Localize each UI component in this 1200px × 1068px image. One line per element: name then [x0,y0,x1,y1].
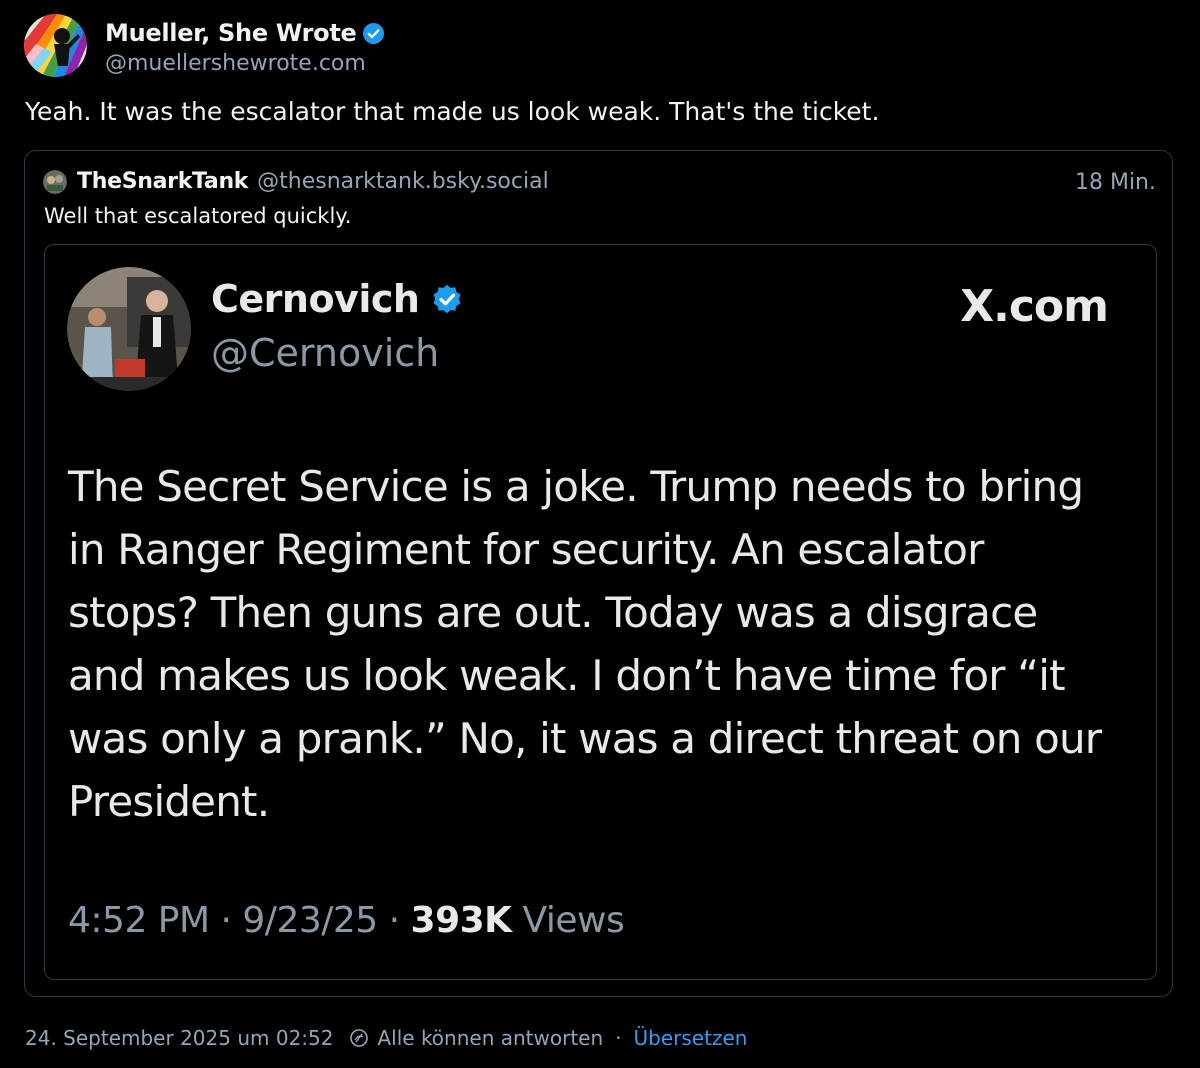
quote-text: Well that escalatored quickly. [44,204,352,228]
embedded-tweet-image[interactable]: Cernovich @Cernovich X.com The Secret Se… [44,244,1157,980]
verified-badge-icon [362,22,384,44]
embedded-tweet-avatar [67,267,191,391]
embedded-tweet-handle: @Cernovich [211,331,440,375]
embedded-tweet-body: The Secret Service is a joke. Trump need… [68,455,1128,833]
embedded-tweet-name: Cernovich [211,277,420,321]
embedded-tweet-views-count: 393K [410,900,513,941]
author-name[interactable]: Mueller, She Wrote [105,19,357,47]
post-text: Yeah. It was the escalator that made us … [25,97,880,126]
translate-link[interactable]: Übersetzen [634,1026,748,1050]
x-brand-logo: X.com [960,281,1109,332]
author-handle[interactable]: @muellershewrote.com [105,51,384,76]
post-footer: 24. September 2025 um 02:52 Alle können … [25,1026,747,1050]
quote-timestamp[interactable]: 18 Min. [1075,170,1156,195]
reply-setting-label[interactable]: Alle können antworten [377,1026,603,1050]
embedded-tweet-time: 4:52 PM [68,900,210,941]
verified-badge-icon [429,281,465,317]
quote-author-name[interactable]: TheSnarkTank [77,169,248,194]
embedded-tweet-line: was only a prank.” No, it was a direct t… [68,714,1102,763]
footer-separator: · [615,1026,622,1050]
embedded-tweet-meta: 4:52 PM · 9/23/25 · 393K Views [68,900,625,941]
meta-separator: · [388,900,411,941]
embedded-tweet-line: in Ranger Regiment for security. An esca… [68,525,984,574]
meta-separator: · [220,900,243,941]
embedded-tweet-line: stops? Then guns are out. Today was a di… [68,588,1038,637]
post-timestamp: 24. September 2025 um 02:52 [25,1026,334,1050]
quote-author-handle[interactable]: @thesnarktank.bsky.social [257,169,549,194]
quote-author-avatar[interactable] [43,169,67,194]
reply-permission-icon [349,1028,369,1048]
author-avatar[interactable] [24,14,87,77]
embedded-tweet-line: President. [68,777,270,826]
embedded-tweet-date: 9/23/25 [242,900,378,941]
embedded-tweet-line: The Secret Service is a joke. Trump need… [68,462,1084,511]
embedded-tweet-views-label: Views [522,900,625,941]
quote-post-card[interactable]: TheSnarkTank @thesnarktank.bsky.social 1… [24,150,1173,997]
quote-header: TheSnarkTank @thesnarktank.bsky.social [43,169,549,194]
embedded-tweet-line: and makes us look weak. I don’t have tim… [68,651,1066,700]
post-header: Mueller, She Wrote @muellershewrote.com [24,14,384,77]
